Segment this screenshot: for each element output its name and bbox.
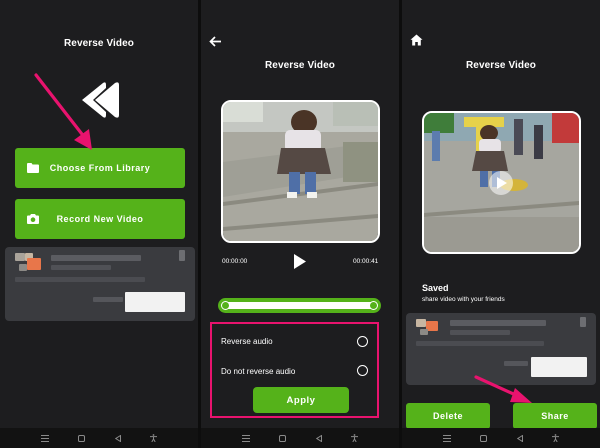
ad-banner[interactable] <box>5 247 195 321</box>
ad-choice <box>179 250 185 261</box>
ad-image <box>15 253 25 261</box>
ad-text <box>450 320 546 326</box>
record-new-video-label: Record New Video <box>56 214 144 224</box>
ad-image <box>27 258 41 270</box>
nav-back-icon[interactable] <box>315 434 322 442</box>
ad-text <box>51 265 111 270</box>
time-end: 00:00:41 <box>353 258 379 265</box>
radio-no-reverse-audio[interactable] <box>357 365 368 376</box>
video-frame-image <box>424 113 579 252</box>
page-title: Reverse Video <box>465 60 537 71</box>
folder-icon <box>27 163 39 173</box>
delete-button-label: Delete <box>432 411 463 421</box>
accessibility-icon[interactable] <box>351 434 359 442</box>
ad-text <box>51 255 141 261</box>
ad-cta-button[interactable] <box>125 292 185 312</box>
system-nav-bar <box>0 428 198 448</box>
delete-button[interactable]: Delete <box>406 403 490 429</box>
nav-home-icon[interactable] <box>78 434 86 442</box>
share-prompt: share video with your friends <box>422 296 505 303</box>
apply-button[interactable]: Apply <box>253 387 349 413</box>
back-logo-icon <box>82 82 119 118</box>
timeline-trim-bar[interactable] <box>218 298 381 313</box>
nav-home-icon[interactable] <box>279 434 287 442</box>
time-start: 00:00:00 <box>222 258 248 265</box>
video-frame-image <box>223 102 378 241</box>
trim-end-handle[interactable] <box>369 301 378 310</box>
back-arrow-icon[interactable] <box>209 36 222 47</box>
page-title: Reverse Video <box>63 38 135 49</box>
timeline-track <box>224 302 375 309</box>
radio-reverse-audio[interactable] <box>357 336 368 347</box>
ad-text <box>15 277 145 282</box>
camera-icon <box>27 214 39 224</box>
record-new-video-button[interactable]: Record New Video <box>15 199 185 239</box>
ad-banner[interactable] <box>406 313 596 385</box>
home-icon[interactable] <box>410 34 423 46</box>
ad-image <box>420 329 428 335</box>
nav-back-icon[interactable] <box>516 434 523 442</box>
nav-menu-icon[interactable] <box>40 434 49 442</box>
saved-video-preview[interactable] <box>422 111 581 254</box>
ad-text <box>93 297 123 302</box>
nav-menu-icon[interactable] <box>241 434 250 442</box>
system-nav-bar <box>201 428 399 448</box>
play-icon[interactable] <box>293 253 307 270</box>
page-title: Reverse Video <box>264 60 336 71</box>
option-no-reverse-audio-label: Do not reverse audio <box>221 367 296 376</box>
ad-text <box>450 330 510 335</box>
saved-label: Saved <box>422 283 449 293</box>
accessibility-icon[interactable] <box>552 434 560 442</box>
nav-menu-icon[interactable] <box>442 434 451 442</box>
ad-image <box>416 319 426 327</box>
ad-image <box>19 264 27 271</box>
choose-from-library-button[interactable]: Choose From Library <box>15 148 185 188</box>
screen-saved: Reverse Video Saved share video with you… <box>402 0 600 448</box>
accessibility-icon[interactable] <box>150 434 158 442</box>
ad-choice <box>580 317 586 327</box>
screen-edit: Reverse Video 00:00:00 00:00:41 Reverse … <box>201 0 399 448</box>
nav-home-icon[interactable] <box>480 434 488 442</box>
video-preview[interactable] <box>221 100 380 243</box>
system-nav-bar <box>402 428 600 448</box>
ad-text <box>416 341 544 346</box>
apply-button-label: Apply <box>286 394 316 406</box>
option-reverse-audio-label: Reverse audio <box>221 337 273 346</box>
nav-back-icon[interactable] <box>114 434 121 442</box>
share-button-label: Share <box>541 411 569 421</box>
audio-options-panel: Reverse audio Do not reverse audio Apply <box>210 322 379 418</box>
screen-home: Reverse Video Choose From Library Record… <box>0 0 198 448</box>
share-button[interactable]: Share <box>513 403 597 429</box>
trim-start-handle[interactable] <box>221 301 230 310</box>
ad-text <box>504 361 528 366</box>
ad-cta-button[interactable] <box>531 357 587 377</box>
choose-from-library-label: Choose From Library <box>49 163 151 173</box>
